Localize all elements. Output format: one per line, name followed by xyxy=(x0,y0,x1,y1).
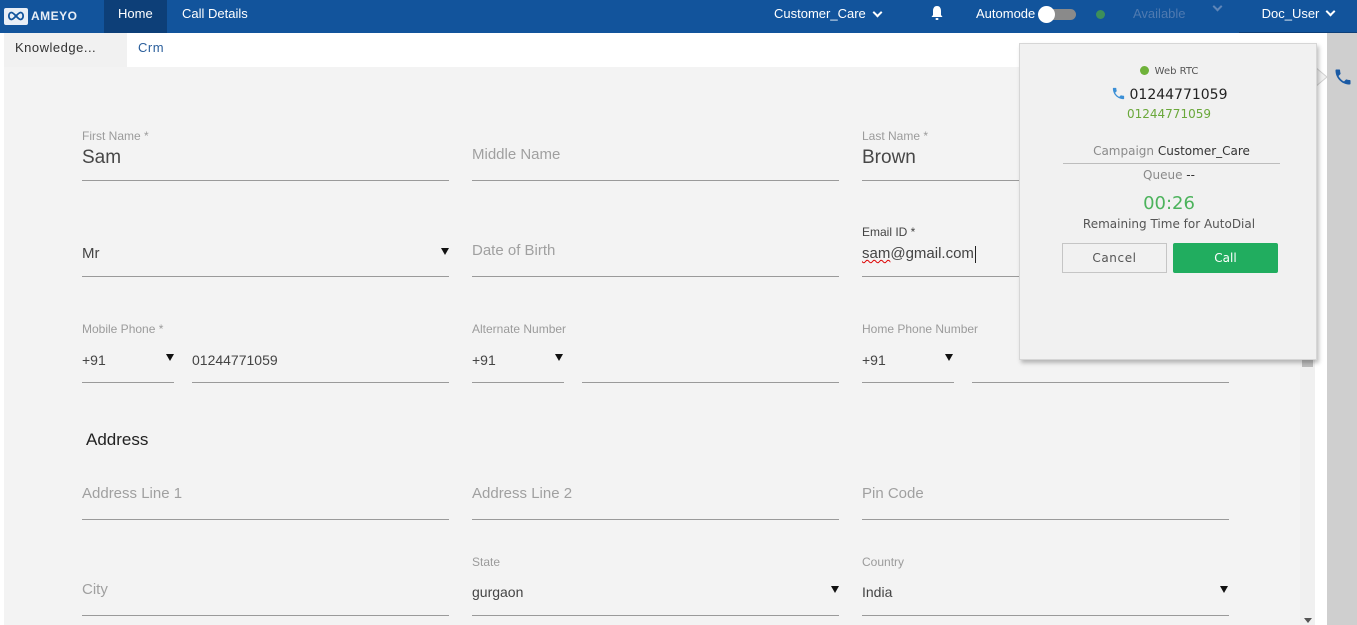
email-user-part: sam xyxy=(862,245,891,262)
mobile-code-underline xyxy=(82,382,174,383)
tab-knowledge[interactable]: Knowledge... xyxy=(4,33,127,67)
bell-icon[interactable] xyxy=(930,5,944,21)
city-input[interactable]: City xyxy=(82,581,108,598)
automode-label: Automode xyxy=(976,6,1036,21)
user-menu[interactable]: Doc_User xyxy=(1239,0,1357,33)
mobile-input[interactable]: 01244771059 xyxy=(192,352,278,368)
last-name-input[interactable]: Brown xyxy=(862,147,916,169)
home-phone-input[interactable] xyxy=(972,382,1229,383)
dial-number-secondary: 01244771059 xyxy=(1127,107,1211,121)
salutation-select[interactable]: Mr xyxy=(82,245,100,262)
scroll-down-arrow-icon[interactable] xyxy=(1304,618,1312,623)
city-underline xyxy=(82,615,449,616)
home-phone-label: Home Phone Number xyxy=(862,322,979,336)
pin-code-underline xyxy=(862,519,1229,520)
dob-underline xyxy=(472,276,839,277)
email-input[interactable]: sam@gmail.com xyxy=(862,245,976,263)
state-select[interactable]: gurgaon xyxy=(472,584,523,600)
cancel-button[interactable]: Cancel xyxy=(1062,243,1167,273)
first-name-underline xyxy=(82,180,449,181)
last-name-label: Last Name * xyxy=(862,129,929,143)
alternate-label: Alternate Number xyxy=(472,322,567,336)
channel-label: Web RTC xyxy=(1154,66,1199,77)
autodial-timer: 00:26 xyxy=(1143,193,1195,214)
first-name-label: First Name * xyxy=(82,129,149,143)
dropdown-arrow-icon[interactable] xyxy=(831,586,839,593)
country-underline xyxy=(862,615,1229,616)
mobile-code-select[interactable]: +91 xyxy=(82,352,106,368)
dropdown-arrow-icon[interactable] xyxy=(555,354,563,361)
address-line2-underline xyxy=(472,519,839,520)
state-label: State xyxy=(472,555,501,569)
autodial-timer-label: Remaining Time for AutoDial xyxy=(1082,217,1256,231)
tab-crm[interactable]: Crm xyxy=(127,33,227,67)
ameyo-logo: AMEYO xyxy=(4,6,78,26)
alternate-code-select[interactable]: +91 xyxy=(472,352,496,368)
phone-icon[interactable] xyxy=(1333,67,1353,87)
status-dot-icon xyxy=(1096,10,1105,19)
chevron-down-icon xyxy=(1325,6,1336,17)
dropdown-arrow-icon[interactable] xyxy=(166,354,174,361)
campaign-select[interactable]: Customer_Care xyxy=(774,0,883,28)
address-line1-underline xyxy=(82,519,449,520)
right-rail xyxy=(1327,33,1357,625)
mobile-underline xyxy=(192,382,449,383)
salutation-underline xyxy=(82,276,449,277)
logo-text: AMEYO xyxy=(31,9,78,23)
channel-status-dot-icon xyxy=(1139,66,1149,75)
toggle-knob xyxy=(1038,6,1055,23)
email-label: Email ID * xyxy=(862,225,916,239)
chevron-down-icon xyxy=(872,7,883,17)
home-phone-code-select[interactable]: +91 xyxy=(862,352,886,368)
queue-label: Queue xyxy=(1143,168,1183,182)
campaign-info: Campaign Customer_Care xyxy=(1063,144,1280,164)
address-heading: Address xyxy=(86,430,149,449)
campaign-value: Customer_Care xyxy=(1157,144,1250,158)
middle-name-input[interactable]: Middle Name xyxy=(472,146,560,163)
alternate-input[interactable] xyxy=(582,382,839,383)
state-underline xyxy=(472,615,839,616)
queue-info: Queue -- xyxy=(1020,168,1318,182)
alternate-code-underline xyxy=(472,382,564,383)
address-line1-input[interactable]: Address Line 1 xyxy=(82,485,182,502)
address-line2-input[interactable]: Address Line 2 xyxy=(472,485,572,502)
home-phone-code-underline xyxy=(862,382,954,383)
dropdown-arrow-icon[interactable] xyxy=(441,248,449,255)
pin-code-input[interactable]: Pin Code xyxy=(862,485,924,502)
dropdown-arrow-icon[interactable] xyxy=(945,354,953,361)
country-label: Country xyxy=(862,555,905,569)
status-select[interactable]: Available xyxy=(1133,0,1186,28)
channel-indicator: Web RTC xyxy=(1020,66,1318,77)
campaign-label: Campaign xyxy=(1093,144,1155,158)
text-cursor xyxy=(974,245,976,263)
top-navbar: AMEYO Home Call Details Customer_Care Au… xyxy=(0,0,1357,33)
middle-name-underline xyxy=(472,180,839,181)
infinity-icon xyxy=(4,7,28,25)
nav-call-details[interactable]: Call Details xyxy=(168,0,262,33)
first-name-input[interactable]: Sam xyxy=(82,147,121,169)
nav-home[interactable]: Home xyxy=(104,0,167,33)
queue-value: -- xyxy=(1186,168,1195,182)
phone-icon xyxy=(1112,87,1124,100)
dial-number-text: 01244771059 xyxy=(1129,87,1228,103)
user-name: Doc_User xyxy=(1261,6,1320,21)
mobile-label: Mobile Phone * xyxy=(82,322,164,336)
campaign-select-value: Customer_Care xyxy=(774,6,866,21)
dropdown-arrow-icon[interactable] xyxy=(1220,586,1228,593)
call-button[interactable]: Call xyxy=(1173,243,1278,273)
dob-input[interactable]: Date of Birth xyxy=(472,242,555,259)
chevron-down-icon xyxy=(1212,1,1223,12)
dial-number: 01244771059 xyxy=(1020,86,1318,103)
scrollbar-thumb[interactable] xyxy=(1302,359,1313,367)
email-domain-part: @gmail.com xyxy=(890,245,974,262)
country-select[interactable]: India xyxy=(862,584,892,600)
automode-toggle[interactable] xyxy=(1038,6,1076,23)
autodial-popup: Web RTC 01244771059 01244771059 Campaign… xyxy=(1019,43,1317,360)
